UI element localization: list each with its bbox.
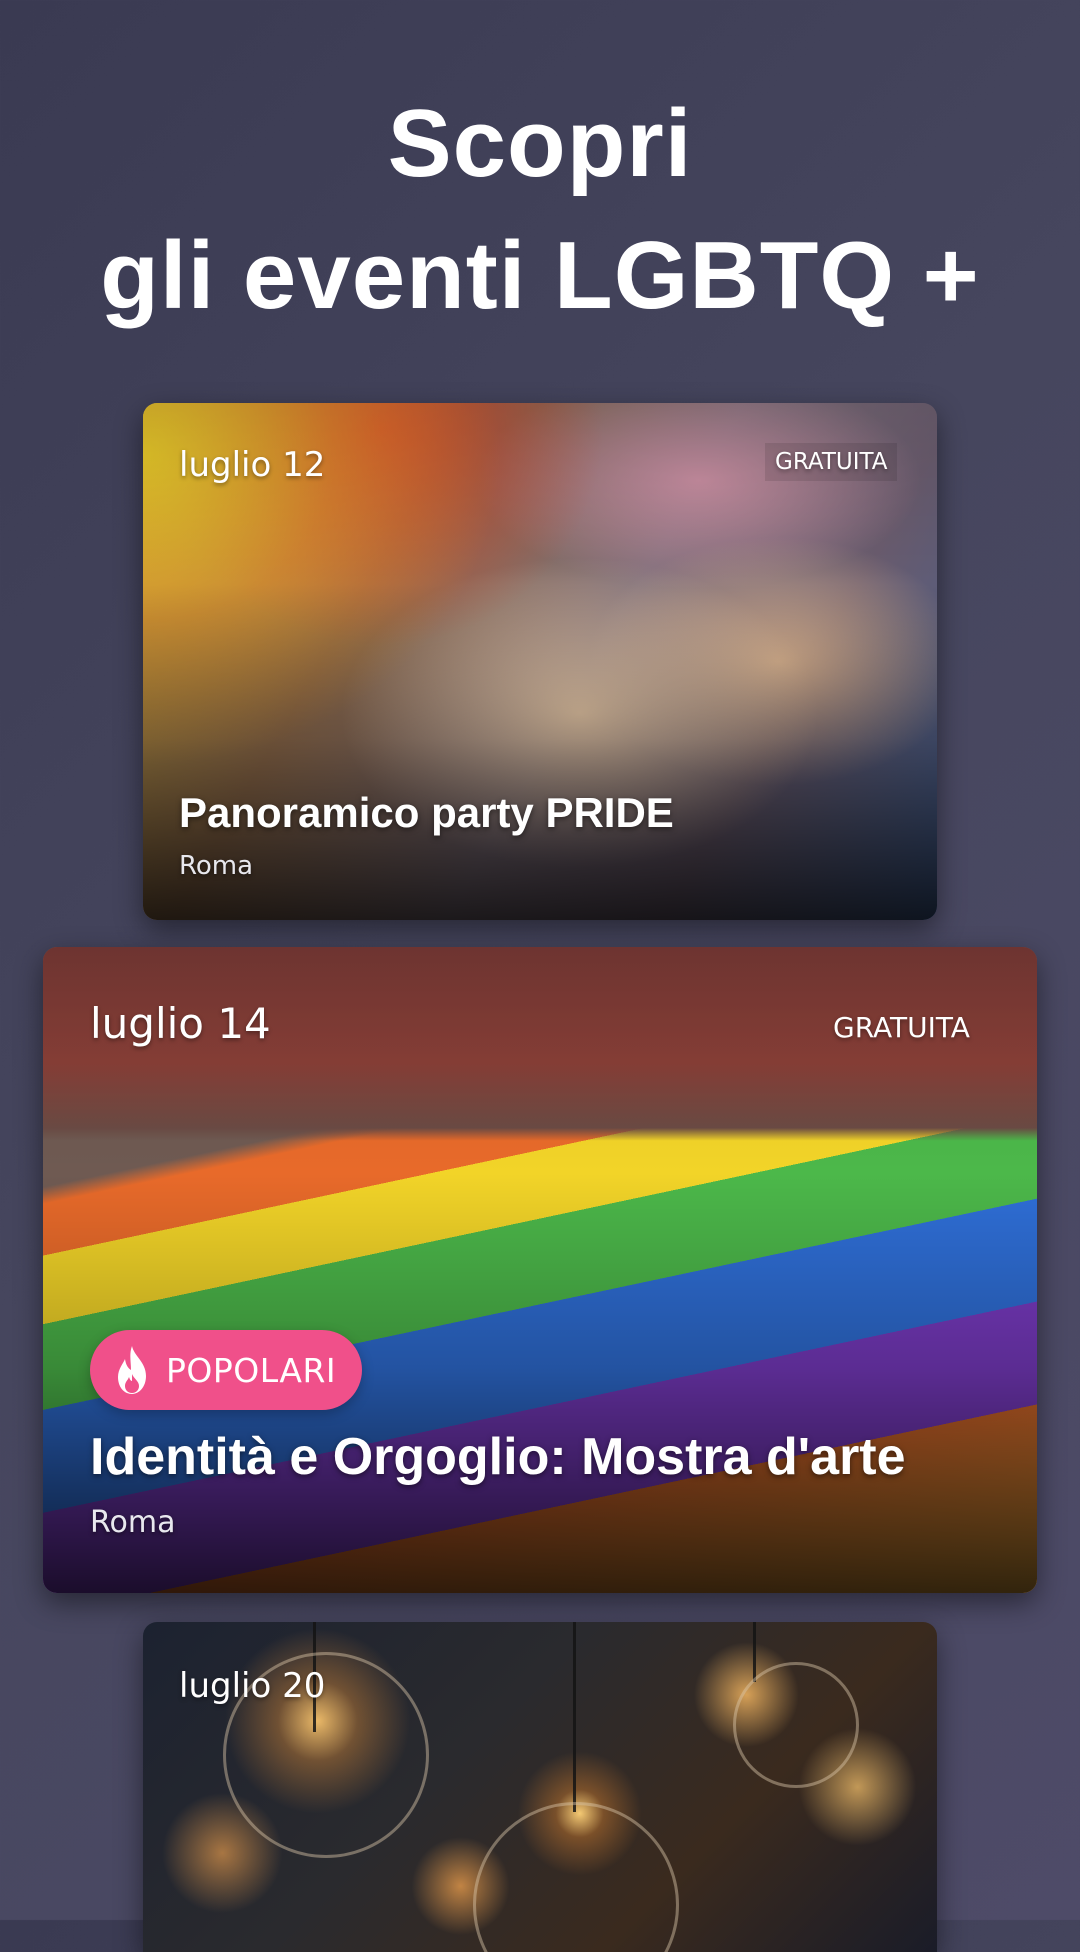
event-date: luglio 20 [179, 1666, 326, 1706]
event-city: Roma [90, 1505, 176, 1540]
flame-icon [118, 1346, 146, 1394]
event-title: Panoramico party PRIDE [179, 789, 674, 836]
price-tag: GRATUITA [833, 1011, 970, 1044]
headline-line-1: Scopri [387, 90, 693, 197]
event-card-third[interactable]: luglio 20 [143, 1622, 937, 1952]
event-card-pride-party[interactable]: luglio 12 GRATUITA Panoramico party PRID… [143, 403, 937, 920]
headline-line-2: gli eventi LGBTQ + [100, 222, 980, 329]
event-title: Identità e Orgoglio: Mostra d'arte [90, 1428, 906, 1486]
event-date: luglio 12 [179, 445, 326, 485]
event-city: Roma [179, 851, 254, 881]
bulb-decoration [733, 1662, 859, 1788]
badge-label: POPOLARI [166, 1350, 337, 1390]
price-tag: GRATUITA [765, 443, 898, 481]
event-card-art-exhibition[interactable]: luglio 14 GRATUITA POPOLARI Identità e O… [43, 947, 1037, 1593]
page-headline: Scopri gli eventi LGBTQ + [0, 78, 1080, 342]
event-date: luglio 14 [90, 999, 271, 1048]
popular-badge: POPOLARI [90, 1330, 363, 1410]
